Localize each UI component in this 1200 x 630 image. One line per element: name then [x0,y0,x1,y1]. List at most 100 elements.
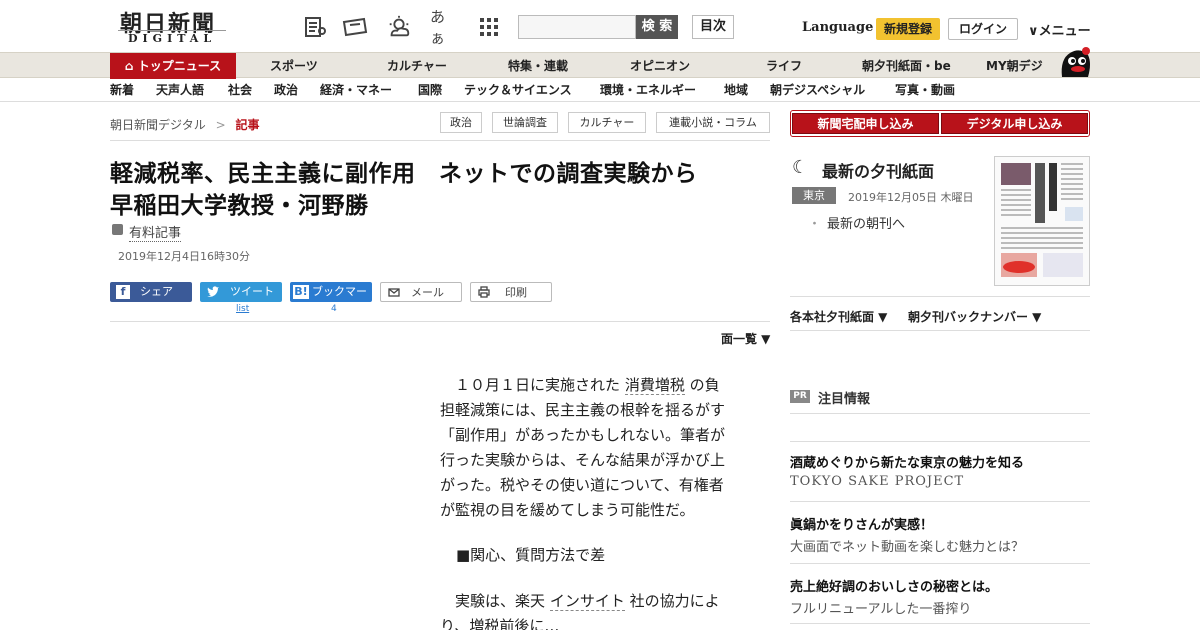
ad-subtext[interactable]: 大画面でネット動画を楽しむ魅力とは？ [790,536,1024,555]
divider [790,501,1090,502]
ad-subtext[interactable]: TOKYO SAKE PROJECT [790,474,964,489]
nav-tech-science[interactable]: テック＆サイエンス [464,79,572,102]
home-icon: ⌂ [124,59,138,73]
nav-environment[interactable]: 環境・エネルギー [600,79,696,102]
nav-top-news[interactable]: ⌂ トップニュース [110,53,236,79]
region-badge: 東京 [792,187,836,204]
morning-edition-link[interactable]: ・最新の朝刊へ [808,213,905,232]
nav-politics[interactable]: 政治 [274,79,298,102]
nav-international[interactable]: 国際 [418,79,442,102]
apply-digital-button[interactable]: デジタル申し込み [941,113,1088,134]
search-button[interactable]: 検 索 [636,15,678,39]
language-link[interactable]: Language [802,20,873,35]
pr-section-title: 注目情報 [818,392,871,407]
article-title-line2: 早稲田大学教授・河野勝 [110,193,369,219]
twitter-count[interactable]: list [236,304,249,314]
nav-features[interactable]: 特集・連載 [508,53,568,79]
nav-opinion[interactable]: オピニオン [630,53,690,79]
facebook-share-button[interactable]: f シェア [110,282,192,302]
article-subhead: ■関心、質問方法で差 [456,546,606,564]
ad-headline[interactable]: 眞鍋かをりさんが実感！ [790,514,933,533]
print-button[interactable]: 印刷 [470,282,552,302]
article-date: 2019年12月4日16時30分 [118,250,250,263]
nav-life[interactable]: ライフ [766,53,802,79]
body-text-segment: の負 [689,376,720,394]
moon-icon: ☾ [792,157,809,178]
nav-photo-video[interactable]: 写真・動画 [895,79,955,102]
paragraph-line: が監視の目を緩めてしまう可能性だ。 [440,501,695,519]
search-input[interactable] [518,15,636,39]
nav-culture[interactable]: カルチャー [387,53,447,79]
ad-headline[interactable]: 売上絶好調のおいしさの秘密とは。 [790,576,998,595]
morning-edition-label: 最新の朝刊へ [827,217,906,232]
paragraph-line: がった。税やその使い道について、有権者 [440,476,724,494]
paper-icon[interactable] [302,14,328,40]
newspaper-thumbnail[interactable] [994,156,1090,286]
hatena-count[interactable]: 4 [331,304,337,314]
paragraph-line: 実験は、楽天 インサイト 社の協力によ [440,589,748,614]
register-button[interactable]: 新規登録 [876,18,940,40]
keyword-link-tax-hike[interactable]: 消費増税 [624,376,685,395]
grid-menu-icon[interactable] [476,14,502,40]
pr-badge: PR [790,390,810,403]
facebook-icon: f [116,285,130,299]
article-paragraph-2: 実験は、楽天 インサイト 社の協力によ り、増税前後に… [440,589,748,630]
primary-nav: ⌂ トップニュース スポーツ カルチャー 特集・連載 オピニオン ライフ 朝夕刊… [0,47,1200,79]
backnumber-dropdown[interactable]: 朝夕刊バックナンバー ▼ [908,308,1041,325]
divider [110,321,770,322]
divider [790,413,1090,414]
nav-society[interactable]: 社会 [228,79,252,102]
paid-article-label[interactable]: 有料記事 [129,222,182,242]
paragraph-line: り、増税前後に… [440,617,560,630]
nav-my-asadigi[interactable]: MY朝デジ [986,53,1043,79]
nav-papers[interactable]: 朝夕刊紙面・be [862,53,951,79]
login-button[interactable]: ログイン [948,18,1018,40]
toc-button[interactable]: 目次 [692,15,734,39]
mascot-icon[interactable] [1058,45,1092,79]
tag-poll[interactable]: 世論調査 [492,112,558,133]
paragraph-line: 行った実験からは、そんな結果が浮かび上 [440,451,726,469]
paragraph-line: １０月１日に実施された 消費増税 の負 [440,373,748,398]
twitter-share-label: ツイート [230,285,274,298]
apply-paper-button[interactable]: 新聞宅配申し込み [792,113,939,134]
page-list-dropdown[interactable]: 面一覧 ▼ [721,330,770,347]
nav-top-news-label: トップニュース [137,59,222,73]
breadcrumb-separator: > [215,118,226,132]
bullet-icon: ・ [808,217,822,232]
chevron-down-icon: ∨ [1028,24,1039,39]
keyword-link-insight[interactable]: インサイト [549,592,625,611]
weather-icon[interactable] [386,14,412,40]
hatena-bookmark-button[interactable]: B! ブックマーク [290,282,372,318]
evening-edition-title[interactable]: 最新の夕刊紙面 [822,158,934,182]
nav-region[interactable]: 地域 [724,79,748,102]
twitter-share-button[interactable]: ツイート [200,282,282,302]
article-paragraph-1: １０月１日に実施された 消費増税 の負 担軽減策には、民主主義の根幹を揺るがす … [440,373,748,523]
nav-sports[interactable]: スポーツ [270,53,318,79]
ad-subtext[interactable]: フルリニューアルした一番搾り [790,598,971,617]
hatena-icon: B! [293,285,309,299]
mail-share-button[interactable]: メール [380,282,462,302]
menu-button[interactable]: ∨メニュー [1028,20,1091,39]
breadcrumb-current: 記事 [235,118,260,132]
divider [790,296,1090,297]
nav-special[interactable]: 朝デジスペシャル [770,79,865,102]
nav-latest[interactable]: 新着 [110,79,134,102]
breadcrumb-home[interactable]: 朝日新聞デジタル [110,118,206,132]
font-size-icon[interactable]: あぁ [430,8,456,47]
paragraph-line: 担軽減策には、民主主義の根幹を揺るがす [440,401,726,419]
nav-tenseijingo[interactable]: 天声人語 [156,79,204,102]
branch-evening-dropdown[interactable]: 各本社夕刊紙面 ▼ [790,308,887,325]
mail-share-label: メール [411,286,444,299]
ad-headline[interactable]: 酒蔵めぐりから新たな東京の魅力を知る [790,452,1024,471]
nav-economy[interactable]: 経済・マネー [320,79,392,102]
divider [790,330,1090,331]
site-logo-sub[interactable]: DIGITAL [128,32,216,45]
tag-politics[interactable]: 政治 [440,112,482,133]
secondary-nav: 新着 天声人語 社会 政治 経済・マネー 国際 テック＆サイエンス 環境・エネル… [0,79,1200,102]
menu-label: メニュー [1038,24,1091,39]
print-icon [477,286,491,300]
ticket-icon[interactable] [342,14,368,40]
tag-culture[interactable]: カルチャー [568,112,646,133]
tag-novel-column[interactable]: 連載小説・コラム [656,112,770,133]
body-text-segment: １０月１日に実施された [455,376,621,394]
